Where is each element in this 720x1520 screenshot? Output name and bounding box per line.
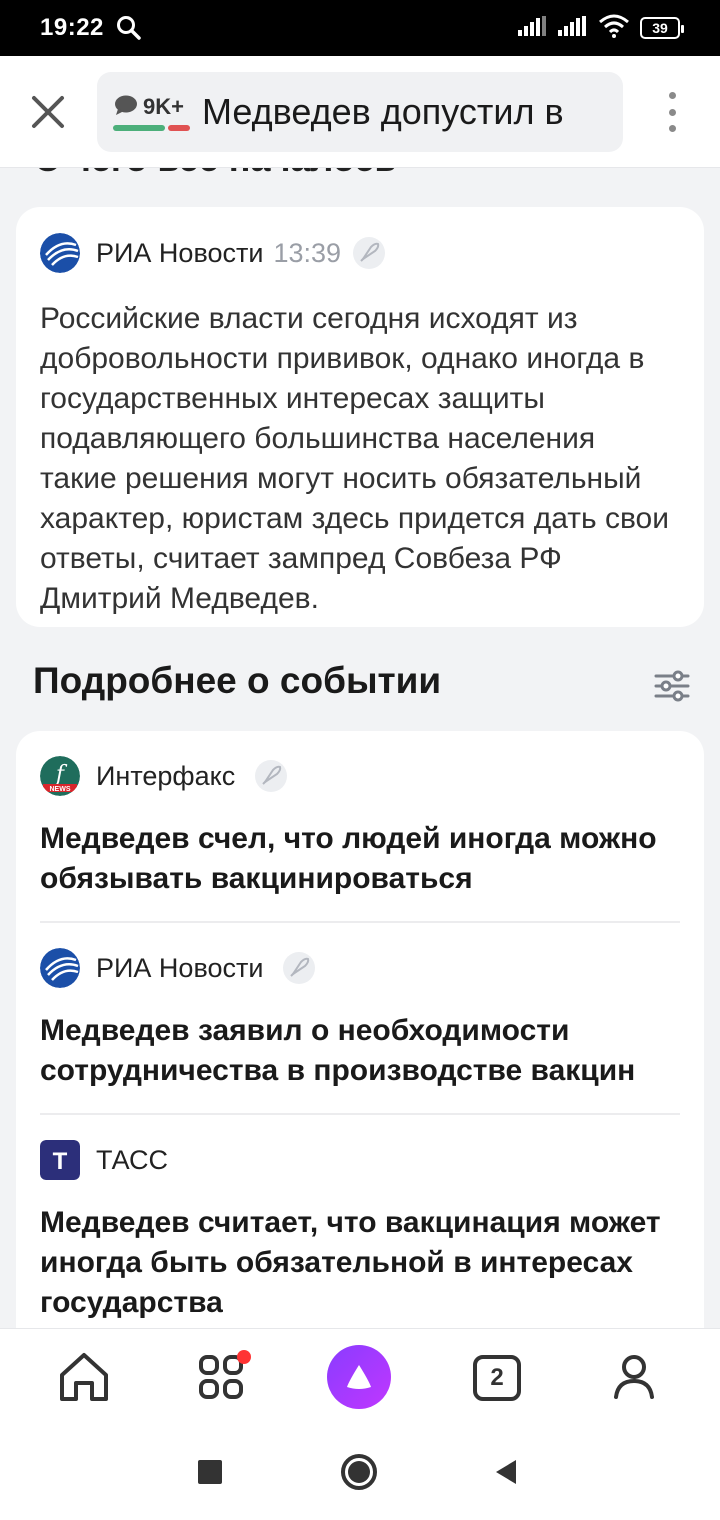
- tass-logo-icon: Т: [40, 1140, 80, 1180]
- source-name[interactable]: РИА Новости: [96, 953, 263, 984]
- svg-text:NEWS: NEWS: [50, 786, 71, 793]
- rocket-icon: [255, 760, 288, 792]
- page-title: Медведев допустил в: [202, 91, 564, 132]
- status-time: 19:22: [40, 14, 104, 41]
- comment-bubble-icon: [113, 94, 139, 121]
- search-icon: [116, 15, 142, 41]
- home-system-button[interactable]: [341, 1454, 377, 1490]
- section-title: Подробнее о событии: [33, 660, 442, 701]
- close-button[interactable]: [28, 92, 68, 132]
- news-item[interactable]: Т ТАСС Медведев считает, что вакцинация …: [40, 1115, 680, 1323]
- dot-icon: [668, 108, 676, 116]
- address-bar[interactable]: 9K+ Медведев допустил в: [97, 72, 623, 152]
- quote-text: Российские власти сегодня исходят из доб…: [40, 302, 670, 615]
- signal-icon-2: [558, 15, 588, 41]
- close-icon: [32, 96, 64, 128]
- timestamp: 13:39: [273, 237, 342, 268]
- comments-count: 9K+: [143, 94, 184, 119]
- rocket-icon: [353, 237, 386, 269]
- alice-icon: [347, 1365, 371, 1389]
- news-item[interactable]: f NEWS Интерфакс Медведев счел, что люде…: [40, 731, 680, 923]
- dot-icon: [668, 92, 676, 99]
- top-bar: 9K+ Медведев допустил в: [0, 56, 720, 168]
- alice-assistant-button[interactable]: [327, 1345, 391, 1409]
- back-button[interactable]: [492, 1458, 520, 1486]
- news-title[interactable]: Медведев заявил о необходимости сотрудни…: [40, 1011, 680, 1091]
- comments-counter[interactable]: 9K+: [113, 94, 190, 131]
- comments-sentiment-bar: [113, 124, 190, 131]
- more-menu-button[interactable]: [658, 92, 686, 132]
- interfax-logo-icon: f NEWS: [40, 756, 80, 796]
- source-name[interactable]: ТАСС: [96, 1145, 168, 1176]
- svg-text:Т: Т: [53, 1148, 68, 1175]
- profile-button[interactable]: [602, 1345, 666, 1409]
- notification-dot: [237, 1350, 251, 1364]
- news-title[interactable]: Медведев счел, что людей иногда можно об…: [40, 819, 680, 899]
- rocket-icon: [283, 952, 316, 984]
- back-icon: [496, 1460, 516, 1484]
- source-line: РИА Новости 13:39: [40, 231, 680, 275]
- battery-icon: 39: [640, 17, 684, 39]
- status-bar: 19:22 39: [0, 0, 720, 56]
- recents-button[interactable]: [198, 1460, 222, 1484]
- signal-icon: [518, 15, 548, 41]
- filter-button[interactable]: [652, 666, 692, 706]
- bottom-nav: 2: [0, 1328, 720, 1424]
- news-item[interactable]: РИА Новости Медведев заявил о необходимо…: [40, 923, 680, 1115]
- home-icon: [60, 1353, 108, 1401]
- sliders-icon: [654, 670, 690, 702]
- tabs-button[interactable]: 2: [473, 1355, 521, 1401]
- ria-logo-icon: [40, 948, 80, 988]
- ria-logo-icon: [40, 233, 80, 273]
- home-dot-icon: [348, 1461, 370, 1483]
- source-name[interactable]: Интерфакс: [96, 761, 235, 792]
- quote-card[interactable]: РИА Новости 13:39 Российские власти сего…: [16, 207, 704, 627]
- system-nav-bar: [0, 1424, 720, 1520]
- wifi-icon: [598, 14, 630, 43]
- source-name[interactable]: РИА Новости: [96, 238, 263, 269]
- news-list-card: f NEWS Интерфакс Медведев счел, что люде…: [16, 731, 704, 1351]
- news-title[interactable]: Медведев считает, что вакцинация может и…: [40, 1203, 680, 1323]
- dot-icon: [668, 125, 676, 132]
- home-button[interactable]: [52, 1345, 116, 1409]
- profile-icon: [614, 1355, 654, 1399]
